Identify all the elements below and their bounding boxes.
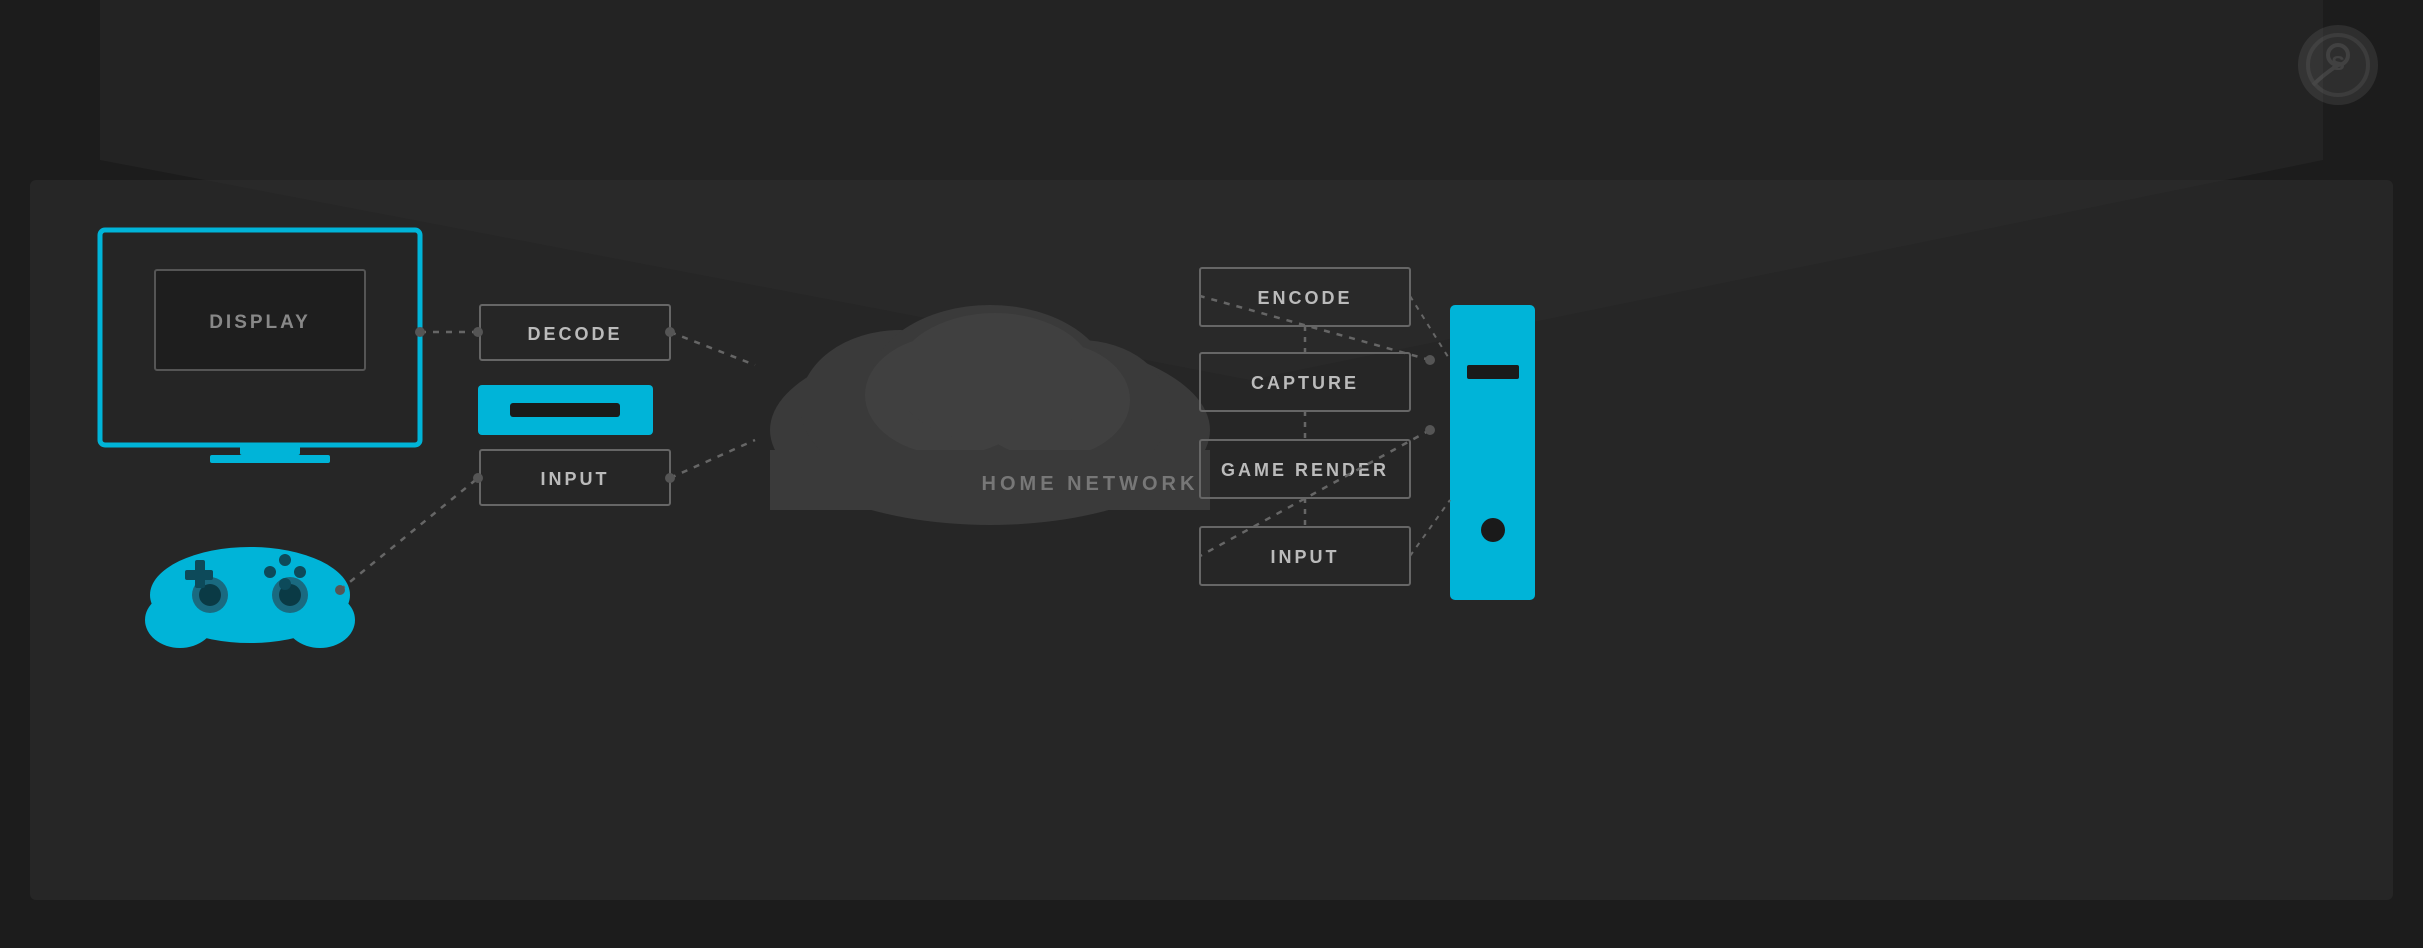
dot-decode-right <box>665 327 675 337</box>
dot-decode-left <box>473 327 483 337</box>
tv-base <box>210 455 330 463</box>
steamlink-bar <box>510 403 620 417</box>
display-label: DISPLAY <box>209 312 311 333</box>
pc-power-button <box>1481 518 1505 542</box>
home-network-label: HOME NETWORK <box>982 473 1199 495</box>
input-left-label: INPUT <box>541 469 610 489</box>
encode-label: ENCODE <box>1257 288 1352 308</box>
dot-input-right-edge <box>665 473 675 483</box>
diagram-svg: DISPLAY DECODE INPUT <box>0 0 2423 948</box>
input-right-label: INPUT <box>1271 547 1340 567</box>
connector-decode-cloud <box>670 332 755 365</box>
connector-input-right-pc <box>1410 500 1450 556</box>
dot-cloud-right-top <box>1425 355 1435 365</box>
capture-label: CAPTURE <box>1251 373 1359 393</box>
connector-encode-pc <box>1410 296 1450 360</box>
dot-cloud-right-bottom <box>1425 425 1435 435</box>
decode-label: DECODE <box>527 324 622 344</box>
pc-drive-bay <box>1467 365 1519 379</box>
dot-gamepad-right <box>335 585 345 595</box>
dot-input-left <box>473 473 483 483</box>
connector-input-cloud <box>670 440 755 478</box>
dot-tv-right <box>415 327 425 337</box>
game-render-label: GAME RENDER <box>1221 460 1389 480</box>
connector-gamepad-input <box>340 478 478 590</box>
tv-stand <box>240 445 300 455</box>
gamepad-icon <box>145 547 355 648</box>
pc-tower <box>1450 305 1535 600</box>
